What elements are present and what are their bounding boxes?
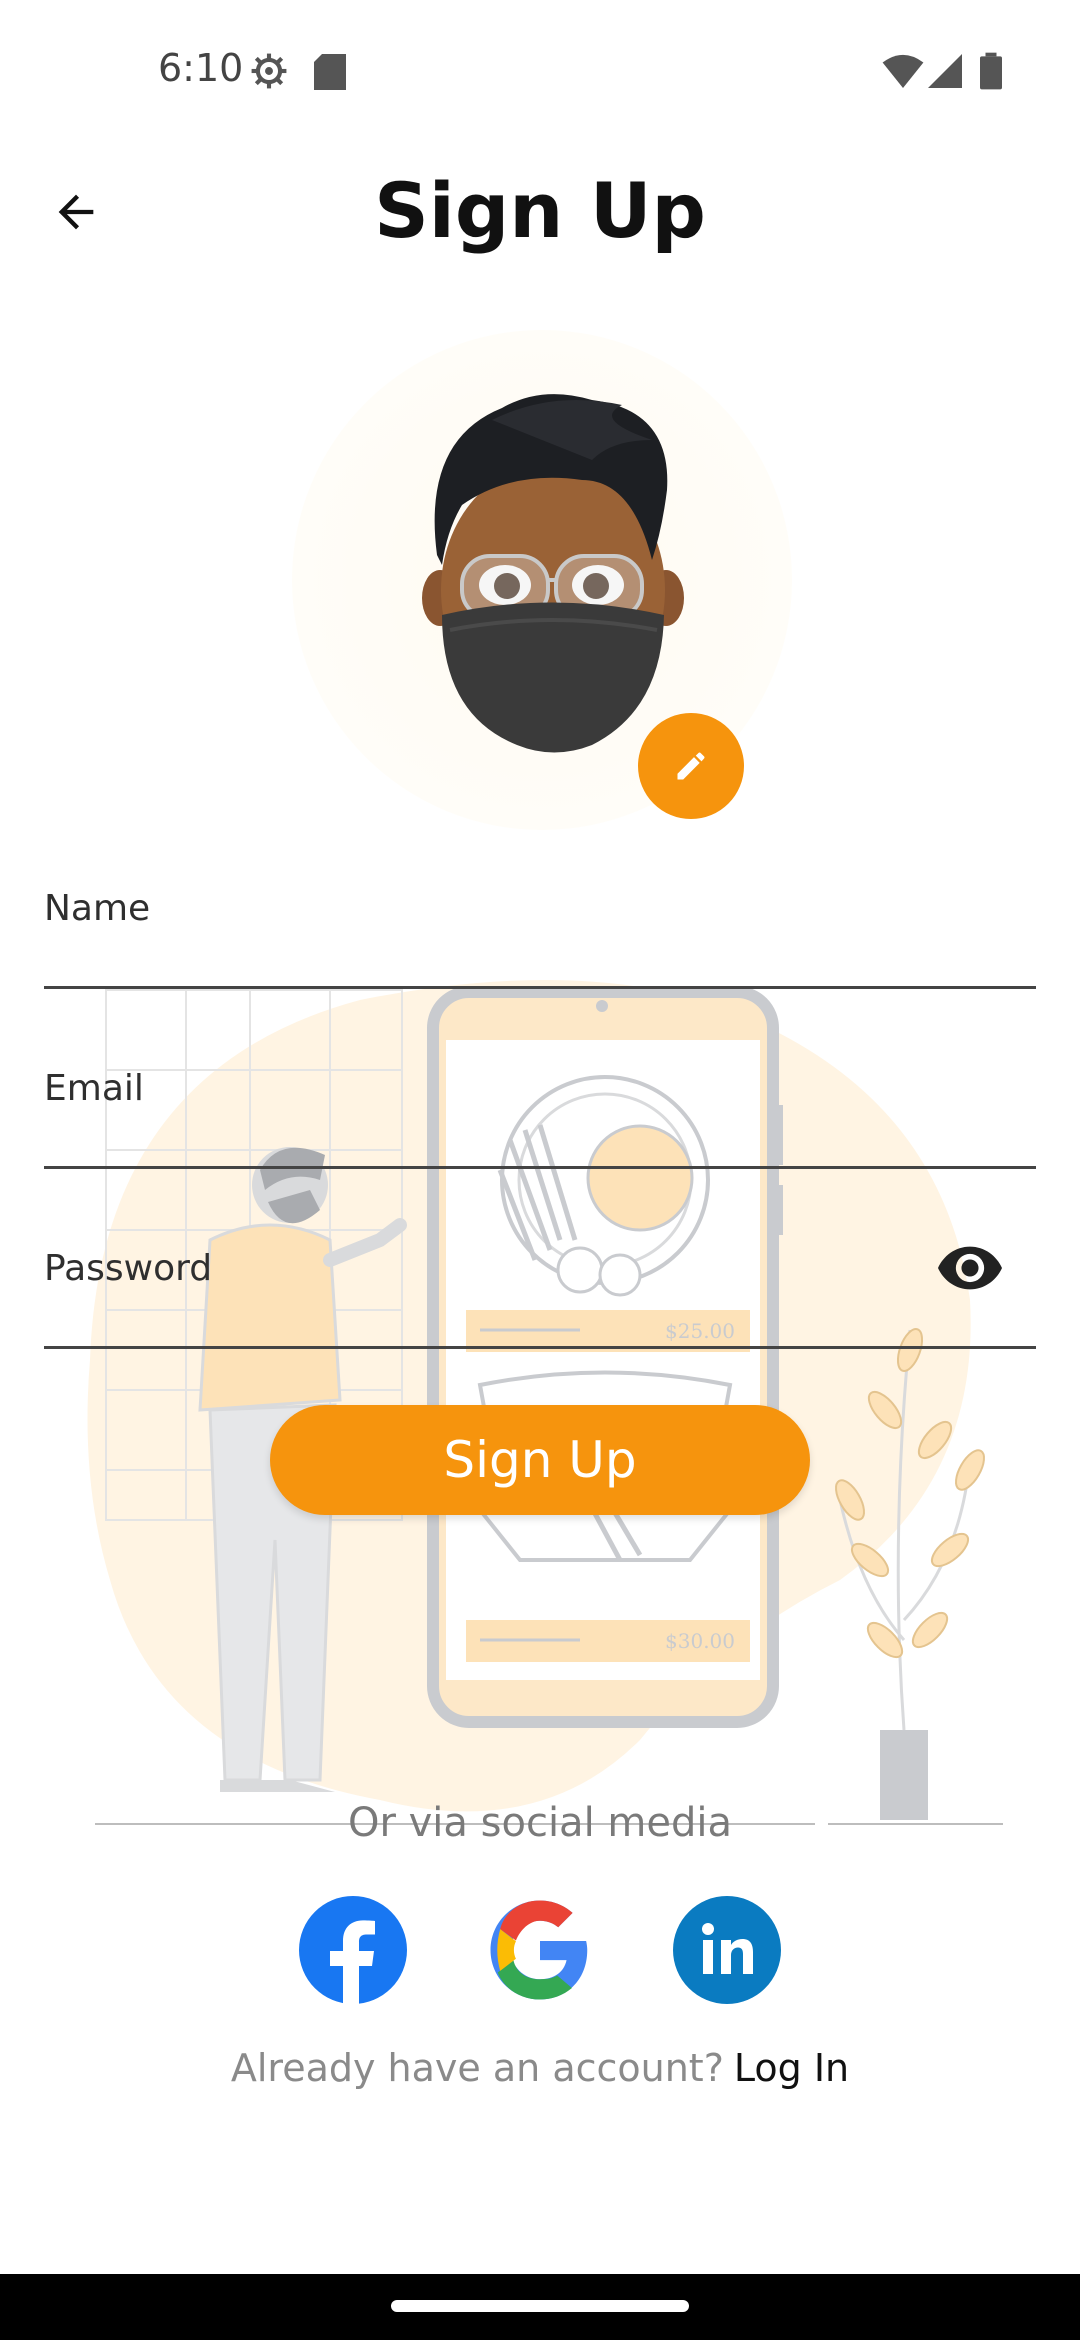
google-login-button[interactable] bbox=[486, 1896, 594, 2004]
password-underline bbox=[44, 1346, 1036, 1349]
password-input[interactable] bbox=[44, 1240, 924, 1344]
pencil-icon bbox=[677, 752, 705, 780]
eye-icon bbox=[938, 1246, 1002, 1290]
social-media-label: Or via social media bbox=[347, 1800, 732, 1846]
log-in-link[interactable]: Log In bbox=[734, 2046, 849, 2090]
linkedin-login-button[interactable] bbox=[673, 1896, 781, 2004]
login-prompt-row: Already have an account? Log In bbox=[0, 2046, 1080, 2090]
wifi-icon bbox=[882, 54, 924, 88]
linkedin-icon bbox=[702, 1923, 753, 1974]
page-title: Sign Up bbox=[374, 166, 706, 255]
sd-card-icon bbox=[314, 54, 346, 90]
name-underline bbox=[44, 986, 1036, 989]
facebook-icon bbox=[330, 1920, 375, 2004]
price-tag-2: $30.00 bbox=[665, 1629, 735, 1653]
cell-signal-icon bbox=[928, 54, 962, 88]
name-input[interactable] bbox=[44, 880, 1036, 984]
edit-avatar-button[interactable] bbox=[638, 713, 744, 819]
facebook-login-button[interactable] bbox=[299, 1896, 407, 2004]
settings-gear-icon bbox=[251, 53, 287, 89]
status-time: 6:10 bbox=[158, 46, 244, 90]
status-bar: 6:10 bbox=[0, 0, 1080, 140]
battery-icon bbox=[980, 52, 1002, 90]
home-gesture-handle[interactable] bbox=[391, 2300, 689, 2312]
email-underline bbox=[44, 1166, 1036, 1169]
google-icon bbox=[490, 1900, 588, 2000]
email-input[interactable] bbox=[44, 1060, 1036, 1164]
account-prompt-text: Already have an account? bbox=[230, 2046, 724, 2090]
password-visibility-toggle[interactable] bbox=[934, 1238, 1006, 1298]
sign-up-button[interactable]: Sign Up bbox=[270, 1405, 810, 1515]
